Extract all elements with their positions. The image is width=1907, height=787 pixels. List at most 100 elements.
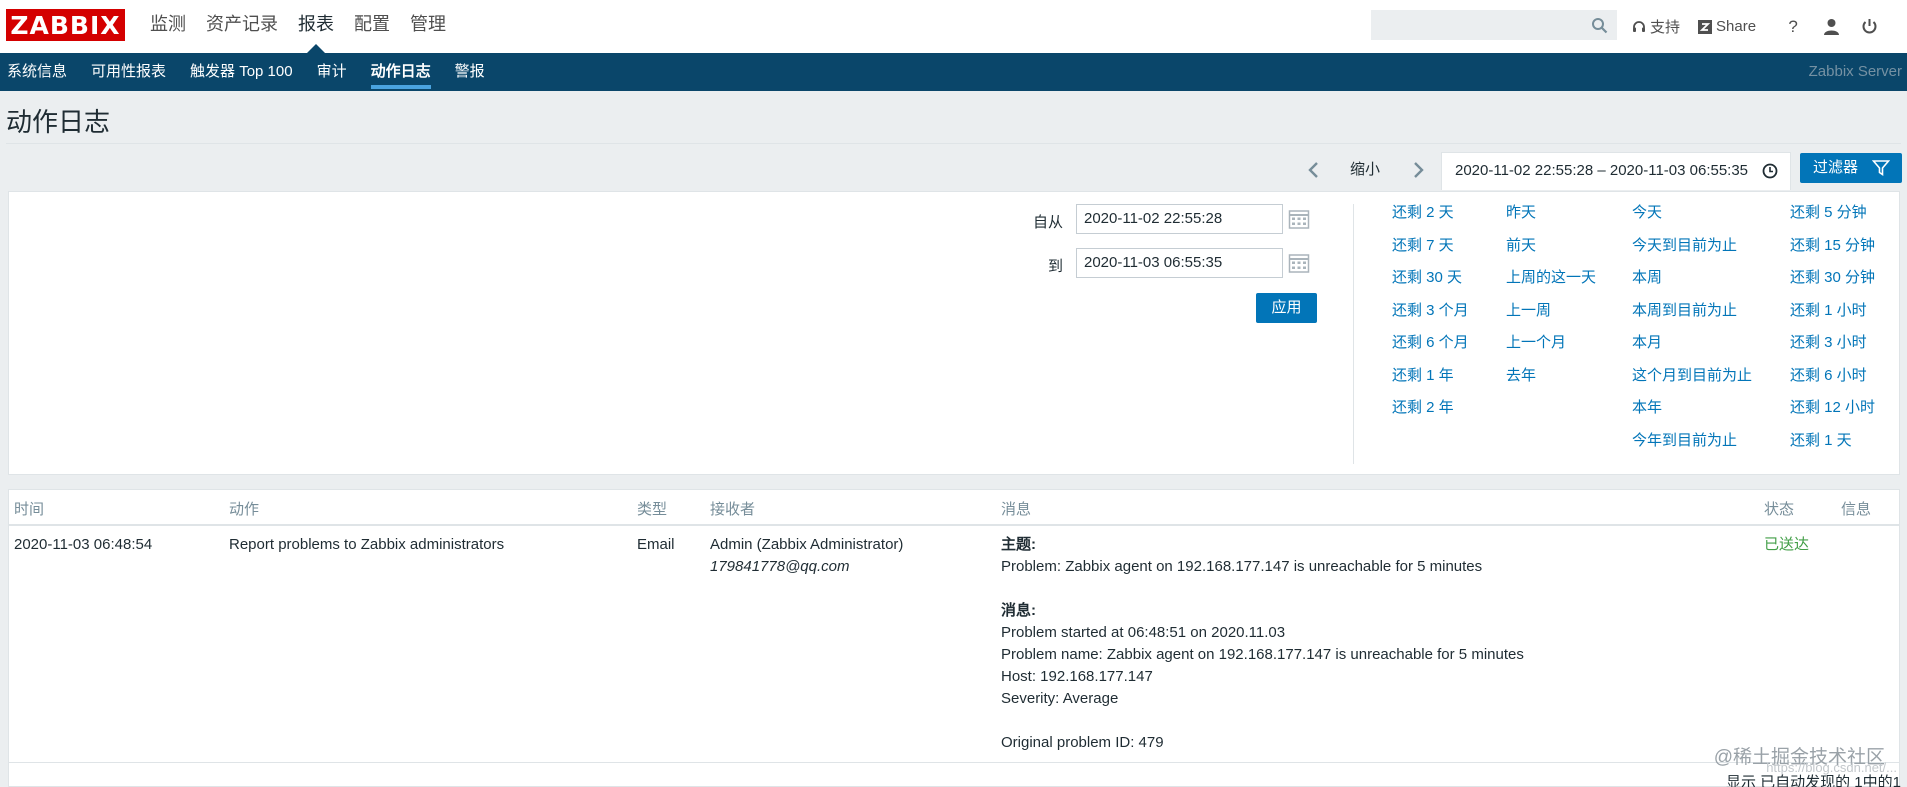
action-log-table: 时间 动作 类型 接收者 消息 状态 信息 2020-11-03 06:48:5… bbox=[8, 489, 1900, 787]
menu-administration[interactable]: 管理 bbox=[400, 0, 456, 53]
quick-range-link[interactable]: 还剩 1 年 bbox=[1392, 365, 1469, 398]
message-line: Original problem ID: 479 bbox=[1001, 734, 1164, 751]
sign-out-icon[interactable] bbox=[1859, 17, 1879, 37]
quick-range-column-1: 还剩 2 天 还剩 7 天 还剩 30 天 还剩 3 个月 还剩 6 个月 还剩… bbox=[1392, 202, 1469, 430]
message-line bbox=[1001, 710, 1524, 732]
quick-range-link[interactable]: 还剩 6 个月 bbox=[1392, 332, 1469, 365]
menu-configuration[interactable]: 配置 bbox=[344, 0, 400, 53]
zabbix-logo[interactable]: ZABBIX bbox=[6, 9, 125, 41]
to-date-field[interactable]: 2020-11-03 06:55:35 bbox=[1076, 248, 1283, 278]
column-header-action[interactable]: 动作 bbox=[229, 498, 259, 519]
quick-range-link[interactable]: 今天到目前为止 bbox=[1632, 235, 1752, 268]
chevron-right-icon bbox=[1414, 162, 1424, 178]
quick-range-link[interactable]: 还剩 1 天 bbox=[1790, 430, 1875, 463]
support-link[interactable]: 支持 bbox=[1632, 16, 1680, 37]
quick-range-link[interactable]: 还剩 30 分钟 bbox=[1790, 267, 1875, 300]
user-profile-icon[interactable] bbox=[1821, 17, 1841, 37]
quick-range-link[interactable]: 还剩 3 个月 bbox=[1392, 300, 1469, 333]
time-next-button[interactable] bbox=[1406, 152, 1430, 188]
to-label: 到 bbox=[1048, 258, 1064, 275]
row-divider bbox=[9, 762, 1899, 763]
quick-range-link[interactable]: 去年 bbox=[1506, 365, 1596, 398]
search-icon[interactable] bbox=[1591, 17, 1608, 34]
subnav-action-log[interactable]: 动作日志 bbox=[359, 53, 443, 91]
menu-reports[interactable]: 报表 bbox=[288, 0, 344, 53]
calendar-icon[interactable] bbox=[1288, 252, 1310, 274]
time-prev-button[interactable] bbox=[1302, 152, 1326, 188]
quick-range-column-4: 还剩 5 分钟 还剩 15 分钟 还剩 30 分钟 还剩 1 小时 还剩 3 小… bbox=[1790, 202, 1875, 462]
subject-text: Problem: Zabbix agent on 192.168.177.147… bbox=[1001, 558, 1483, 575]
subnav-availability-report[interactable]: 可用性报表 bbox=[79, 53, 178, 91]
column-header-time[interactable]: 时间 bbox=[14, 498, 44, 519]
search-input[interactable] bbox=[1371, 10, 1617, 40]
zoom-out-button[interactable]: 缩小 bbox=[1350, 152, 1386, 188]
time-filter-panel: 自从 2020-11-02 22:55:28 到 2020-11-03 06:5… bbox=[8, 191, 1900, 475]
cell-recipient: Admin (Zabbix Administrator) 179841778@q… bbox=[710, 534, 903, 578]
subject-label: 主题: bbox=[1001, 536, 1036, 553]
calendar-icon[interactable] bbox=[1288, 208, 1310, 230]
menu-monitoring[interactable]: 监测 bbox=[140, 0, 196, 53]
quick-range-link[interactable]: 本周 bbox=[1632, 267, 1752, 300]
quick-range-link[interactable]: 还剩 12 小时 bbox=[1790, 397, 1875, 430]
recipient-name: Admin (Zabbix Administrator) bbox=[710, 536, 904, 553]
quick-range-link[interactable]: 还剩 5 分钟 bbox=[1790, 202, 1875, 235]
cell-message: 主题: Problem: Zabbix agent on 192.168.177… bbox=[1001, 534, 1524, 754]
clock-icon bbox=[1762, 163, 1778, 179]
quick-range-link[interactable]: 还剩 15 分钟 bbox=[1790, 235, 1875, 268]
quick-range-link[interactable]: 还剩 6 小时 bbox=[1790, 365, 1875, 398]
subnav-audit[interactable]: 审计 bbox=[305, 53, 359, 91]
column-header-type[interactable]: 类型 bbox=[637, 498, 667, 519]
share-link[interactable]: Share bbox=[1698, 18, 1756, 35]
quick-range-link[interactable]: 还剩 30 天 bbox=[1392, 267, 1469, 300]
quick-range-link[interactable]: 本年 bbox=[1632, 397, 1752, 430]
filter-toggle-button[interactable]: 过滤器 bbox=[1800, 153, 1902, 183]
column-header-recipient[interactable]: 接收者 bbox=[710, 498, 755, 519]
time-range-label: 2020-11-02 22:55:28 – 2020-11-03 06:55:3… bbox=[1455, 162, 1749, 179]
message-line: Problem name: Zabbix agent on 192.168.17… bbox=[1001, 646, 1524, 663]
subnav-system-info[interactable]: 系统信息 bbox=[0, 53, 79, 91]
from-date-field[interactable]: 2020-11-02 22:55:28 bbox=[1076, 204, 1283, 234]
quick-range-column-3: 今天 今天到目前为止 本周 本周到目前为止 本月 这个月到目前为止 本年 今年到… bbox=[1632, 202, 1752, 462]
table-header: 时间 动作 类型 接收者 消息 状态 信息 bbox=[9, 490, 1899, 526]
headset-icon bbox=[1633, 20, 1645, 32]
message-line: Severity: Average bbox=[1001, 690, 1119, 707]
filter-divider bbox=[1353, 204, 1354, 464]
page-title: 动作日志 bbox=[6, 107, 111, 137]
chevron-left-icon bbox=[1308, 162, 1318, 178]
apply-button[interactable]: 应用 bbox=[1256, 293, 1317, 323]
menu-inventory[interactable]: 资产记录 bbox=[196, 0, 288, 53]
quick-range-link[interactable]: 还剩 1 小时 bbox=[1790, 300, 1875, 333]
quick-range-link[interactable]: 上一个月 bbox=[1506, 332, 1596, 365]
time-range-tab[interactable]: 2020-11-02 22:55:28 – 2020-11-03 06:55:3… bbox=[1441, 152, 1791, 190]
quick-range-link[interactable]: 还剩 2 天 bbox=[1392, 202, 1469, 235]
cell-action: Report problems to Zabbix administrators bbox=[229, 536, 505, 553]
recipient-email: 179841778@qq.com bbox=[710, 558, 850, 575]
cell-time: 2020-11-03 06:48:54 bbox=[14, 536, 153, 553]
subnav-triggers-top100[interactable]: 触发器 Top 100 bbox=[178, 53, 305, 91]
cell-type: Email bbox=[637, 536, 675, 553]
quick-range-link[interactable]: 还剩 2 年 bbox=[1392, 397, 1469, 430]
quick-range-link[interactable]: 这个月到目前为止 bbox=[1632, 365, 1752, 398]
quick-range-column-2: 昨天 前天 上周的这一天 上一周 上一个月 去年 bbox=[1506, 202, 1596, 397]
column-header-message: 消息 bbox=[1001, 501, 1032, 518]
message-line: Host: 192.168.177.147 bbox=[1001, 668, 1153, 685]
quick-range-link[interactable]: 还剩 7 天 bbox=[1392, 235, 1469, 268]
quick-range-link[interactable]: 昨天 bbox=[1506, 202, 1596, 235]
quick-range-link[interactable]: 本月 bbox=[1632, 332, 1752, 365]
quick-range-link[interactable]: 上周的这一天 bbox=[1506, 267, 1596, 300]
funnel-icon bbox=[1872, 160, 1890, 176]
quick-range-link[interactable]: 还剩 3 小时 bbox=[1790, 332, 1875, 365]
quick-range-link[interactable]: 本周到目前为止 bbox=[1632, 300, 1752, 333]
zabbix-share-icon bbox=[1698, 19, 1713, 34]
quick-range-link[interactable]: 今年到目前为止 bbox=[1632, 430, 1752, 463]
quick-range-link[interactable]: 今天 bbox=[1632, 202, 1752, 235]
server-name: Zabbix Server bbox=[1808, 63, 1902, 80]
sub-navigation: 系统信息 可用性报表 触发器 Top 100 审计 动作日志 警报 Zabbix… bbox=[0, 53, 1907, 91]
header-right: 支持 Share ? bbox=[1632, 0, 1888, 53]
quick-range-link[interactable]: 前天 bbox=[1506, 235, 1596, 268]
help-icon[interactable]: ? bbox=[1783, 17, 1803, 37]
column-header-status[interactable]: 状态 bbox=[1764, 498, 1794, 519]
quick-range-link[interactable]: 上一周 bbox=[1506, 300, 1596, 333]
subnav-alerts[interactable]: 警报 bbox=[443, 53, 497, 91]
main-menu: 监测 资产记录 报表 配置 管理 bbox=[140, 0, 456, 53]
